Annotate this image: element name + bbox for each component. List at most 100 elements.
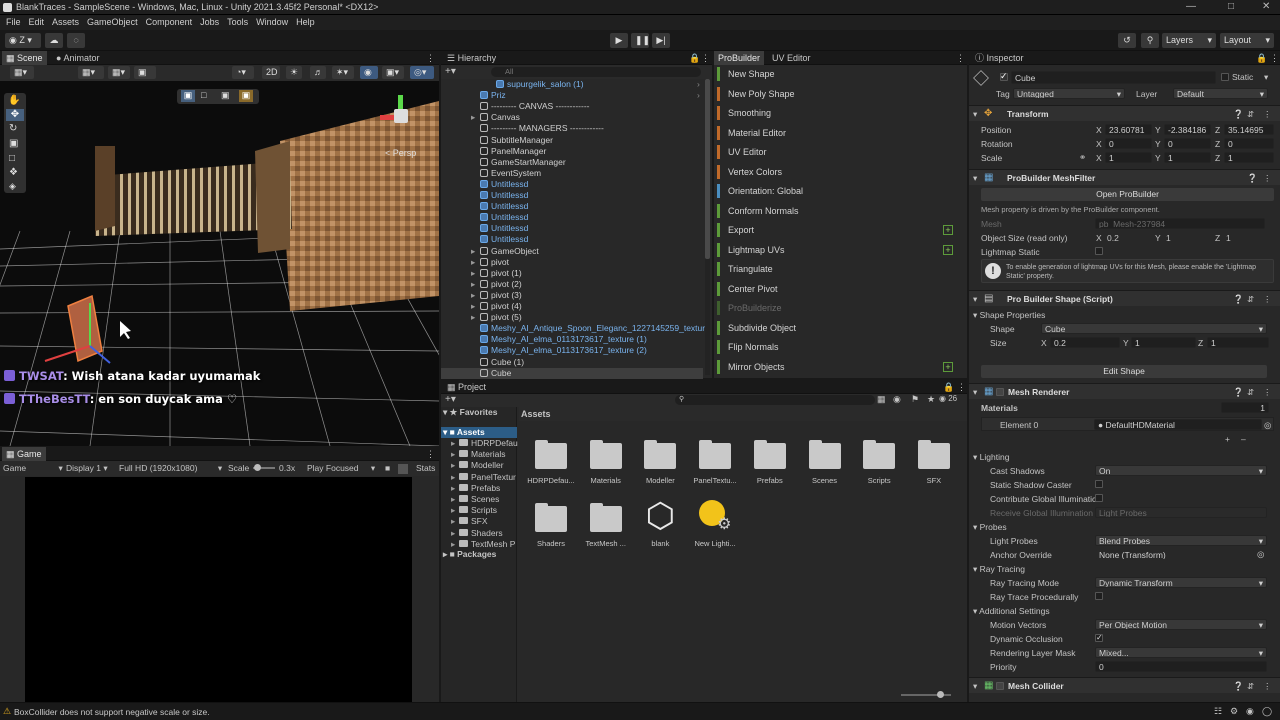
fold-icon[interactable]: ▾ bbox=[973, 109, 977, 120]
filter-type-icon[interactable]: ▦ bbox=[877, 394, 886, 405]
audio-icon[interactable]: ♬ bbox=[310, 66, 326, 79]
tab-project[interactable]: ▦ Project bbox=[443, 380, 490, 394]
asset-tree-folder[interactable]: ▸ Modeller bbox=[451, 460, 504, 471]
tab-game[interactable]: ▦ Game bbox=[2, 447, 46, 461]
ray-tracing-section[interactable]: ▾ Ray Tracing bbox=[973, 564, 1025, 575]
asset-tree-folder[interactable]: ▸ PanelTextur bbox=[451, 472, 516, 483]
shape-script-header[interactable]: ▾ ▤ Pro Builder Shape (Script) ❔ ⇵ ⋮ bbox=[969, 290, 1280, 306]
open-probuilder-button[interactable]: Open ProBuilder bbox=[981, 188, 1274, 201]
stats-toggle[interactable] bbox=[398, 464, 408, 474]
scene-menu-icon[interactable]: ⋮ bbox=[422, 51, 439, 65]
hierarchy-scrollbar-thumb[interactable] bbox=[705, 79, 710, 259]
layers-dropdown[interactable]: Layers ▾ bbox=[1162, 33, 1216, 48]
step-icon[interactable]: ▶| bbox=[652, 33, 670, 48]
object-name-input[interactable]: Cube bbox=[1011, 71, 1216, 84]
object-picker-icon[interactable]: ◎ bbox=[1264, 420, 1271, 431]
menu-help[interactable]: Help bbox=[296, 15, 315, 30]
expand-arrow-icon[interactable]: ▸ bbox=[471, 312, 480, 323]
probuilder-action[interactable]: Flip Normals bbox=[717, 340, 955, 354]
size-y[interactable]: 1 bbox=[1131, 337, 1196, 348]
asset-tree-folder[interactable]: ▸ SFX bbox=[451, 516, 488, 527]
snap-icon[interactable]: ▦▾ bbox=[108, 66, 130, 79]
effects-icon[interactable]: ✶▾ bbox=[332, 66, 354, 79]
debug-icon[interactable]: ⚙ bbox=[1230, 706, 1238, 717]
hierarchy-item[interactable]: --------- CANVAS ------------ bbox=[471, 101, 590, 112]
probuilder-action[interactable]: Material Editor bbox=[717, 125, 955, 140]
rotation-x[interactable]: 0 bbox=[1105, 138, 1152, 149]
layer-dropdown[interactable]: Default ▾ bbox=[1173, 88, 1268, 99]
game-view[interactable] bbox=[25, 477, 412, 702]
position-y[interactable]: -2.384186 bbox=[1164, 124, 1211, 135]
expand-arrow-icon[interactable]: ▸ bbox=[451, 494, 459, 505]
menu-window[interactable]: Window bbox=[256, 15, 288, 30]
grid-icon[interactable]: ▦▾ bbox=[78, 66, 104, 79]
options-plus-icon[interactable]: + bbox=[943, 244, 953, 255]
asset-item[interactable]: Scripts bbox=[851, 421, 907, 485]
vertex-mode-icon[interactable]: □ bbox=[201, 90, 206, 100]
asset-item[interactable]: Prefabs bbox=[742, 421, 798, 485]
expand-arrow-icon[interactable]: ▸ bbox=[471, 112, 480, 123]
hand-tool-icon[interactable]: ✋ bbox=[8, 95, 20, 106]
resolution-dropdown[interactable]: Full HD (1920x1080) ▾ bbox=[119, 461, 222, 476]
link-icon[interactable]: ⚭ bbox=[1079, 152, 1086, 163]
probuilder-action[interactable]: Triangulate bbox=[717, 262, 955, 276]
size-z[interactable]: 1 bbox=[1207, 337, 1269, 348]
material-field[interactable]: ● DefaultHDMaterial bbox=[1094, 419, 1262, 430]
light-probes-dropdown[interactable]: Blend Probes ▾ bbox=[1095, 535, 1267, 546]
tag-dropdown[interactable]: Untagged ▾ bbox=[1013, 88, 1125, 99]
mesh-renderer-enabled[interactable] bbox=[996, 388, 1004, 396]
meshfilter-header[interactable]: ▾ ▦ ProBuilder MeshFilter ❔ ⋮ bbox=[969, 169, 1280, 185]
expand-arrow-icon[interactable]: ▸ bbox=[471, 246, 480, 257]
probuilder-action[interactable]: Lightmap UVs + bbox=[717, 242, 955, 257]
hierarchy-item[interactable]: GameStartManager bbox=[471, 157, 566, 168]
asset-item[interactable]: ⬡ blank bbox=[632, 484, 688, 548]
materials-count[interactable]: 1 bbox=[1221, 402, 1269, 413]
close-icon[interactable]: ✕ bbox=[1262, 1, 1270, 12]
probuilder-action[interactable]: Export + bbox=[717, 223, 955, 237]
expand-arrow-icon[interactable]: ▸ bbox=[451, 516, 459, 527]
scale-tool-icon[interactable]: ▣ bbox=[9, 138, 18, 149]
cast-shadows-dropdown[interactable]: On ▾ bbox=[1095, 465, 1267, 476]
rendering-layer-mask-dropdown[interactable]: Mixed... ▾ bbox=[1095, 647, 1267, 658]
hierarchy-item[interactable]: Untitlessd bbox=[471, 190, 528, 201]
hierarchy-item[interactable]: PanelManager bbox=[471, 146, 546, 157]
component-menu-icon[interactable]: ⋮ bbox=[1263, 294, 1272, 305]
transform-header[interactable]: ▾ ✥ Transform ❔ ⇵ ⋮ bbox=[969, 105, 1280, 121]
asset-tree-folder[interactable]: ▸ Prefabs bbox=[451, 483, 500, 494]
edge-mode-icon[interactable]: ▣ bbox=[221, 90, 230, 101]
anchor-override-field[interactable]: None (Transform) bbox=[1095, 549, 1255, 560]
asset-item[interactable]: SFX bbox=[906, 421, 962, 485]
hierarchy-item[interactable]: ▸ Canvas bbox=[471, 112, 520, 123]
asset-tree-folder[interactable]: ▸ Materials bbox=[451, 449, 505, 460]
stats-button[interactable]: Stats bbox=[416, 461, 435, 476]
menu-jobs[interactable]: Jobs bbox=[200, 15, 219, 30]
lightmap-static-checkbox[interactable] bbox=[1095, 247, 1103, 255]
draw-mode-icon[interactable]: ▦▾ bbox=[10, 66, 34, 79]
probuilder-action[interactable]: Subdivide Object bbox=[717, 320, 955, 335]
face-mode-icon[interactable]: ▣ bbox=[239, 90, 253, 102]
asset-item[interactable]: TextMesh ... bbox=[578, 484, 634, 548]
static-dropdown-icon[interactable]: ▾ bbox=[1264, 72, 1268, 83]
filter-pin-icon[interactable]: ⚑ bbox=[911, 394, 919, 405]
open-prefab-icon[interactable]: › bbox=[697, 79, 700, 90]
rotation-z[interactable]: 0 bbox=[1224, 138, 1274, 149]
asset-item[interactable]: Shaders bbox=[523, 484, 579, 548]
mesh-collider-header[interactable]: ▾ ▦ Mesh Collider ❔ ⇵ ⋮ bbox=[969, 677, 1280, 693]
component-menu-icon[interactable]: ⋮ bbox=[1263, 109, 1272, 120]
tab-inspector[interactable]: ⓘ Inspector bbox=[971, 51, 1028, 65]
favorites-item[interactable]: ▾ ★ Favorites bbox=[443, 407, 497, 418]
hierarchy-item[interactable]: Meshy_AI_elma_0113173617_texture (2) bbox=[471, 345, 647, 356]
fold-icon[interactable]: ▾ bbox=[973, 387, 977, 398]
object-mode-icon[interactable]: ▣ bbox=[181, 90, 195, 102]
persp-label[interactable]: < Persp bbox=[385, 148, 416, 158]
asset-tree-folder[interactable]: ▸ Scripts bbox=[451, 505, 497, 516]
rt-proc-checkbox[interactable] bbox=[1095, 592, 1103, 600]
probuilder-action[interactable]: Mirror Objects + bbox=[717, 359, 955, 374]
options-plus-icon[interactable]: + bbox=[943, 361, 953, 372]
scale-slider-thumb[interactable] bbox=[254, 464, 261, 471]
help-icon[interactable]: ❔ bbox=[1233, 109, 1244, 120]
probuilder-action[interactable]: Orientation: Global bbox=[717, 184, 955, 198]
expand-arrow-icon[interactable]: ▸ bbox=[471, 290, 480, 301]
visibility-icon[interactable]: ◉ bbox=[360, 66, 378, 79]
hierarchy-item[interactable]: EventSystem bbox=[471, 168, 541, 179]
